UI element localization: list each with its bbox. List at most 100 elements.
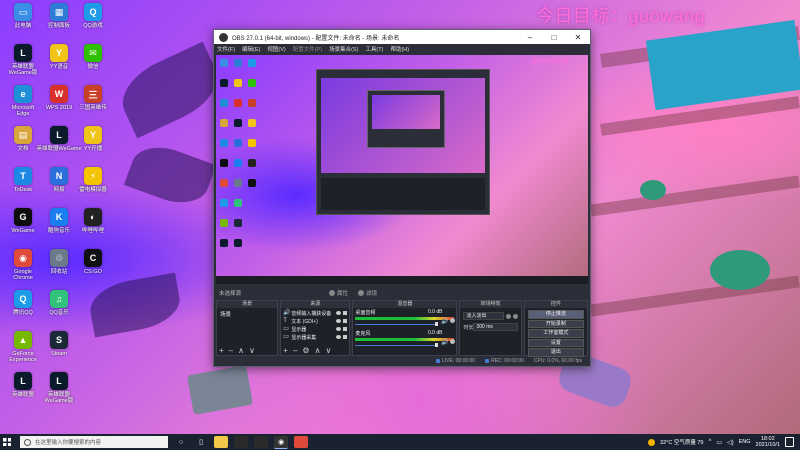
desktop-icon[interactable]: ♫ QQ音乐 <box>40 290 78 328</box>
gear-icon[interactable] <box>512 313 518 319</box>
move-down-icon[interactable]: ∨ <box>249 346 255 355</box>
lock-icon[interactable] <box>343 335 348 339</box>
start-recording-button[interactable]: 开始录制 <box>527 319 584 328</box>
move-up-icon[interactable]: ∧ <box>315 346 321 355</box>
desktop-icon[interactable]: C CS:GO <box>74 249 112 287</box>
desktop-icon[interactable]: e Microsoft Edge <box>4 85 42 123</box>
desktop-icon[interactable]: S Steam <box>40 331 78 369</box>
chevron-up-icon[interactable]: ^ <box>708 439 711 445</box>
transition-select[interactable]: 淡入淡出 <box>463 312 504 320</box>
menu-help[interactable]: 帮助(H) <box>390 45 409 53</box>
desktop-icon[interactable]: ⚡ 雷电模拟器 <box>74 167 112 205</box>
properties-button[interactable]: 属性 <box>329 289 348 297</box>
desktop-icon[interactable]: ◐ 哔哩哔哩 <box>74 208 112 246</box>
desktop-icon[interactable]: N 网易 <box>40 167 78 205</box>
app-window-icon[interactable] <box>234 436 248 448</box>
add-source-button[interactable]: + <box>283 346 288 355</box>
menu-edit[interactable]: 编辑(E) <box>242 45 260 53</box>
move-down-icon[interactable]: ∨ <box>325 346 331 355</box>
network-icon[interactable]: ▭ <box>716 439 722 446</box>
title-bar[interactable]: OBS 27.0.1 (64-bit, windows) - 配置文件: 未命名… <box>214 30 590 44</box>
eye-icon[interactable] <box>336 335 342 339</box>
preview-canvas[interactable]: guowang <box>216 55 588 284</box>
lock-icon[interactable] <box>343 311 348 315</box>
gear-icon[interactable] <box>450 318 456 323</box>
desktop-icon[interactable]: K 酷狗音乐 <box>40 208 78 246</box>
lock-icon[interactable] <box>343 319 348 323</box>
desktop-icon[interactable]: 三三国英雄传 <box>74 85 112 123</box>
add-scene-button[interactable]: + <box>219 346 224 355</box>
weather-icon[interactable] <box>648 438 656 446</box>
desktop-icon[interactable]: Q 腾讯QQ <box>4 290 42 328</box>
eye-icon[interactable] <box>336 327 342 331</box>
desktop-icon[interactable]: G WeGame <box>4 208 42 246</box>
lock-icon[interactable] <box>343 327 348 331</box>
menu-tools[interactable]: 工具(T) <box>365 45 383 53</box>
language-indicator[interactable]: ENG <box>739 439 751 445</box>
desktop-icon[interactable]: Y YY语音 <box>40 44 78 82</box>
obs-window[interactable]: OBS 27.0.1 (64-bit, windows) - 配置文件: 未命名… <box>213 29 591 367</box>
volume-slider[interactable] <box>355 322 454 326</box>
source-item[interactable]: ▭ 显示器采集 <box>281 333 349 341</box>
duration-input[interactable]: 300 ms <box>473 323 518 331</box>
obs-taskbar-icon[interactable]: ◉ <box>274 435 288 449</box>
desktop-icon[interactable]: ✉ 微信 <box>74 44 112 82</box>
remove-source-button[interactable]: – <box>293 346 297 355</box>
source-item[interactable]: ▭ 显示器 <box>281 325 349 333</box>
studio-mode-button[interactable]: 工作室模式 <box>527 329 584 338</box>
desktop-icon[interactable]: ◉ Google Chrome <box>4 249 42 287</box>
source-properties-icon[interactable]: ⚙ <box>302 346 309 355</box>
desktop-icon[interactable]: W WPS 2019 <box>40 85 78 123</box>
stop-streaming-button[interactable]: 停止推流 <box>527 310 584 319</box>
taskbar-search[interactable]: 在这里输入你要搜索的内容 <box>20 436 168 448</box>
slider-handle[interactable] <box>435 322 439 326</box>
speaker-icon[interactable]: 🔊 <box>441 339 448 346</box>
desktop-icon[interactable]: L 英雄联盟 WeGame版 <box>4 44 42 82</box>
minimize-button[interactable]: – <box>518 33 542 42</box>
menu-profile[interactable]: 配置文件(P) <box>293 45 322 53</box>
desktop-icon[interactable]: L 英雄联盟 <box>4 372 42 410</box>
filters-button[interactable]: 滤镜 <box>358 289 377 297</box>
microphone-icon[interactable]: ○ <box>174 436 188 448</box>
menu-scene-collection[interactable]: 场景集合(S) <box>329 45 358 53</box>
weather-text[interactable]: 32°C 空气质量 79 <box>660 438 703 446</box>
desktop-icon[interactable]: ▭ 此电脑 <box>4 3 42 41</box>
exit-button[interactable]: 退出 <box>527 348 584 357</box>
add-transition-icon[interactable] <box>505 313 511 319</box>
slider-handle[interactable] <box>435 343 439 347</box>
speaker-icon[interactable]: 🔊 <box>441 318 448 325</box>
clock-date: 2021/10/1 <box>755 442 780 448</box>
app-window-icon[interactable] <box>254 436 268 448</box>
maximize-button[interactable]: □ <box>542 33 566 42</box>
notification-icon[interactable] <box>785 437 794 447</box>
scene-item[interactable]: 场景 <box>217 309 277 319</box>
move-up-icon[interactable]: ∧ <box>238 346 244 355</box>
source-item[interactable]: 🔊 音频输入捕获设备 <box>281 309 349 317</box>
source-item[interactable]: T 文本 (GDI+) <box>281 317 349 325</box>
eye-icon[interactable] <box>336 319 342 323</box>
desktop-icon[interactable]: Y YY开播 <box>74 126 112 164</box>
volume-icon[interactable]: ◁) <box>727 439 734 446</box>
desktop-icon[interactable]: L 英雄联盟WeGame <box>36 126 82 164</box>
desktop-icon[interactable]: L 英雄联盟 WeGame版 <box>40 372 78 410</box>
remove-scene-button[interactable]: – <box>229 346 233 355</box>
close-button[interactable]: ✕ <box>566 33 590 42</box>
chrome-taskbar-icon[interactable] <box>294 436 308 448</box>
desktop-icon[interactable]: ▤ 文档 <box>4 126 42 164</box>
task-view-icon[interactable]: ▯ <box>194 436 208 448</box>
scenes-dock: 场景 场景 + – ∧ ∨ <box>216 300 279 356</box>
file-explorer-icon[interactable] <box>214 436 228 448</box>
start-button[interactable] <box>0 434 14 450</box>
menu-file[interactable]: 文件(F) <box>217 45 235 53</box>
volume-slider[interactable] <box>355 343 454 347</box>
desktop-icon[interactable]: ▲ GeForce Experience <box>4 331 42 369</box>
gear-icon[interactable] <box>450 339 456 344</box>
desktop-icon[interactable]: ♲ 回收站 <box>40 249 78 287</box>
desktop-icon[interactable]: ▦ 控制面板 <box>40 3 78 41</box>
eye-icon[interactable] <box>336 311 342 315</box>
menu-view[interactable]: 视图(V) <box>267 45 285 53</box>
clock[interactable]: 18:02 2021/10/1 <box>756 436 780 448</box>
settings-button[interactable]: 设置 <box>527 338 584 347</box>
desktop-icon[interactable]: Q QQ游戏 <box>74 3 112 41</box>
desktop-icon[interactable]: T ToDesk <box>4 167 42 205</box>
